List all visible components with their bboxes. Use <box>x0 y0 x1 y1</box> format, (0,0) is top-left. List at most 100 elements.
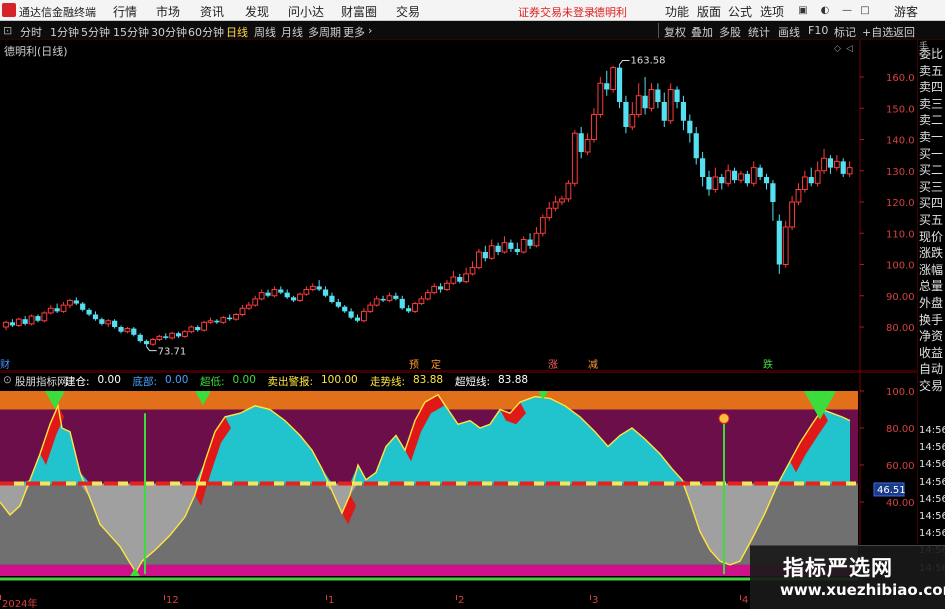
watermark-badge: 指标严选网 www.xuezhibiao.com <box>750 545 945 609</box>
lock-icon[interactable]: ▣ <box>796 4 810 17</box>
band-magenta <box>0 564 858 576</box>
candle-body-up <box>182 331 188 337</box>
high-pointer <box>619 60 630 65</box>
candle-body-down <box>290 297 297 301</box>
period-daily[interactable]: 日线 <box>226 24 248 40</box>
candle-body-up <box>463 273 470 283</box>
candle-body-down <box>9 322 15 326</box>
period-monthly[interactable]: 月线 <box>281 24 303 40</box>
side-panel-item: 卖五 <box>919 63 944 78</box>
side-panel-item: 卖二 <box>919 113 944 128</box>
app-window: 通达信金融终端 行情 市场 资讯 发现 问小达 财富圈 交易 证券交易未登录 德… <box>0 0 945 609</box>
candle-body-down <box>112 320 118 327</box>
period-fenshi[interactable]: 分时 <box>20 24 42 40</box>
candle-body-down <box>406 308 412 312</box>
candle-body-down <box>680 102 687 121</box>
maximize-icon[interactable]: □ <box>858 4 872 17</box>
tool-add-favorite[interactable]: +自选 <box>862 24 893 40</box>
tool-tongji[interactable]: 统计 <box>748 24 770 40</box>
side-panel-item: 买二 <box>919 163 944 178</box>
side-panel-item: 涨幅 <box>919 262 944 277</box>
candle-body-down <box>316 286 322 290</box>
price-tick-label: 130.0 <box>886 167 915 178</box>
tool-fuquan[interactable]: 复权 <box>664 24 686 40</box>
tool-biaoji[interactable]: 标记 <box>834 24 856 40</box>
guest-label[interactable]: 游客 <box>894 3 918 20</box>
minimize-icon[interactable]: — <box>840 4 854 17</box>
candle-body-up <box>233 314 239 320</box>
candle-body-up <box>444 282 450 290</box>
menu-banmian[interactable]: 版面 <box>697 3 721 20</box>
candle-body-up <box>169 332 176 339</box>
candle-body-up <box>386 295 393 301</box>
candle-body-up <box>584 139 591 153</box>
side-panel-item: 收益 <box>919 345 944 360</box>
candle-body-down <box>661 102 667 121</box>
candle-body-up <box>252 298 259 306</box>
menu-xuanxiang[interactable]: 选项 <box>760 3 784 20</box>
candle-body-up <box>821 157 827 172</box>
period-weekly[interactable]: 周线 <box>254 24 276 40</box>
trade-time-item: 14:56 <box>919 493 945 505</box>
candle-body-down <box>144 341 150 345</box>
side-panel-item: 外盘 <box>919 296 944 310</box>
candle-body-up <box>418 298 425 305</box>
period-more[interactable]: 更多 <box>343 24 365 40</box>
menu-hangqing[interactable]: 行情 <box>113 3 137 20</box>
tool-diejia[interactable]: 叠加 <box>691 24 713 40</box>
candle-body-up <box>297 293 303 301</box>
menu-wenxiaoda[interactable]: 问小达 <box>288 3 324 20</box>
candle-body-up <box>833 160 840 169</box>
date-axis-label: 1 <box>328 595 335 606</box>
candle-body-up <box>738 173 744 181</box>
period-5min[interactable]: 5分钟 <box>81 24 110 40</box>
candle-body-down <box>278 289 284 293</box>
tool-back[interactable]: 返回 <box>893 24 915 40</box>
price-tick-label: 140.0 <box>886 136 915 147</box>
candle-body-up <box>520 239 527 253</box>
candle-body-down <box>342 306 348 312</box>
candle-body-down <box>322 289 329 296</box>
candle-body-up <box>156 335 163 340</box>
collapse-icon: ◁ <box>846 44 853 54</box>
candle-body-up <box>814 170 821 184</box>
menu-faxian[interactable]: 发现 <box>245 3 269 20</box>
side-panel-item: 买五 <box>919 213 944 227</box>
chevron-right-icon[interactable]: › <box>368 24 372 37</box>
candle-body-up <box>367 304 374 312</box>
period-multi[interactable]: 多周期 <box>308 24 341 40</box>
candle-body-up <box>476 251 482 269</box>
period-30min[interactable]: 30分钟 <box>151 24 187 40</box>
high-label: 163.58 <box>631 56 666 67</box>
menu-gongshi[interactable]: 公式 <box>728 3 752 20</box>
menu-shichang[interactable]: 市场 <box>156 3 180 20</box>
period-15min[interactable]: 15分钟 <box>113 24 149 40</box>
candle-body-up <box>105 320 112 325</box>
period-60min[interactable]: 60分钟 <box>188 24 224 40</box>
side-panel-item: 换手 <box>919 312 944 327</box>
price-tick-label: 120.0 <box>886 198 915 209</box>
candle-body-up <box>469 267 476 275</box>
candle-body-up <box>533 232 540 247</box>
menu-zixun[interactable]: 资讯 <box>200 3 224 20</box>
candle-body-up <box>67 299 73 306</box>
period-1min[interactable]: 1分钟 <box>50 24 79 40</box>
candle-body-down <box>700 158 706 177</box>
candle-body-down <box>693 133 699 159</box>
candle-body-down <box>437 286 444 290</box>
panel-toggle-icon[interactable]: ⊡ <box>3 24 12 37</box>
login-status[interactable]: 证券交易未登录 <box>518 4 595 20</box>
candle-body-up <box>539 217 546 234</box>
candle-body-down <box>706 177 712 190</box>
menu-caifuquan[interactable]: 财富圈 <box>341 3 377 20</box>
menu-gongneng[interactable]: 功能 <box>665 3 689 20</box>
tool-f10[interactable]: F10 <box>808 24 828 37</box>
menu-jiaoyi[interactable]: 交易 <box>396 3 420 20</box>
price-tick-label: 90.00 <box>886 292 915 303</box>
candlestick-chart[interactable]: 160.0 150.0 140.0 130.0 120.0 110.0 100.0 90.00… <box>0 40 917 372</box>
candle-body-down <box>508 242 514 249</box>
tool-huaxian[interactable]: 画线 <box>778 24 800 40</box>
skin-icon[interactable]: ◐ <box>818 4 832 17</box>
tool-duogu[interactable]: 多股 <box>719 24 741 40</box>
date-axis-tick <box>590 595 591 600</box>
